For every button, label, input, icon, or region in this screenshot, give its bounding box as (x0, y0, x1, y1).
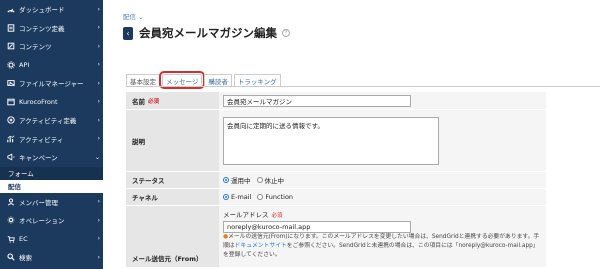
operation-icon (6, 216, 15, 225)
sidebar-item-label: EC (19, 234, 28, 243)
chevron-right-icon: › (97, 5, 100, 13)
sidebar-item-api[interactable]: API › (0, 56, 103, 75)
tab-tracking[interactable]: トラッキング (233, 74, 281, 86)
kurocofront-icon (6, 97, 15, 106)
dashboard-icon (6, 5, 15, 14)
back-button[interactable]: ‹ (123, 26, 133, 40)
campaign-submenu: フォーム 配信 (0, 166, 103, 193)
required-badge: 必須 (148, 98, 160, 105)
sidebar-subitem-form[interactable]: フォーム (0, 166, 103, 180)
tab-subscribers[interactable]: 購読者 (204, 74, 232, 86)
sidebar-item-activity[interactable]: アクティビティ › (0, 130, 103, 149)
help-icon[interactable]: ? (282, 29, 290, 37)
sidebar-item-label: キャンペーン (19, 154, 58, 163)
channel-function-radio[interactable]: Function (257, 193, 293, 201)
main-content: 配信 ⌄ ‹ 会員宛メールマガジン編集 ? 基本設定 メッセージ 購読者 トラッ… (103, 0, 600, 269)
sidebar-item-label: アクティビティ (19, 135, 64, 144)
chevron-right-icon: › (97, 216, 100, 224)
documentation-link[interactable]: ドキュメントサイト (235, 243, 287, 249)
content-definition-icon (6, 23, 15, 32)
chevron-right-icon: › (97, 98, 100, 106)
from-address-input[interactable]: noreply@kuroco-mail.app (223, 221, 411, 233)
sidebar-item-label: ファイルマネージャー (19, 80, 84, 89)
chevron-right-icon: › (97, 42, 100, 50)
file-manager-icon (6, 79, 15, 88)
sidebar-item-dashboard[interactable]: ダッシュボード › (0, 0, 103, 19)
sidebar-item-label: 検索 (19, 254, 32, 263)
chevron-down-icon: ⌄ (94, 153, 100, 161)
chevron-right-icon: › (97, 135, 100, 143)
page-title: 会員宛メールマガジン編集 (139, 26, 277, 40)
from-help-text: ●メールの送信元(From)になります。このメールアドレスを変更したい場合は、S… (223, 234, 540, 258)
from-row: メール送信元（From） メールアドレス 必須 noreply@kuroco-ma… (126, 206, 546, 268)
channel-email-radio[interactable]: E-mail (223, 193, 251, 201)
tab-message[interactable]: メッセージ (158, 71, 206, 89)
channel-label: チャネル (126, 189, 219, 205)
sidebar-item-label: コンテンツ定義 (19, 24, 65, 33)
api-icon (6, 60, 15, 69)
activity-definition-icon (6, 116, 15, 125)
sidebar-item-content[interactable]: コンテンツ › (0, 37, 103, 56)
sidebar-item-member[interactable]: メンバー管理 › (0, 193, 103, 212)
sidebar-item-label: コンテンツ (19, 43, 52, 52)
chevron-right-icon: › (97, 61, 100, 69)
name-label: 名前 必須 (126, 92, 219, 109)
activity-icon (6, 134, 15, 143)
chevron-down-icon: ⌄ (138, 13, 144, 21)
sidebar-subitem-delivery[interactable]: 配信 (0, 179, 103, 193)
sidebar-item-campaign[interactable]: キャンペーン ⌄ (0, 148, 103, 167)
tab-basic-settings[interactable]: 基本設定 (126, 74, 160, 86)
breadcrumb[interactable]: 配信 ⌄ (123, 11, 144, 21)
status-label: ステータス (126, 172, 219, 188)
chevron-left-icon: ‹ (126, 28, 130, 38)
chevron-right-icon: › (97, 253, 100, 261)
chevron-right-icon: › (97, 79, 100, 87)
tab-bar: 基本設定 メッセージ 購読者 トラッキング (126, 71, 283, 89)
content-icon (6, 42, 15, 51)
sidebar-item-label: KurocoFront (19, 97, 58, 106)
settings-form: 名前 必須 会員宛メールマガジン 説明 会員向に定期的に送る情報です。 ステータス… (126, 92, 546, 268)
chevron-right-icon: › (97, 198, 100, 206)
description-textarea[interactable]: 会員向に定期的に送る情報です。 (223, 116, 439, 165)
chevron-right-icon: › (97, 235, 100, 243)
chevron-right-icon: › (97, 24, 100, 32)
name-input[interactable]: 会員宛メールマガジン (223, 94, 411, 107)
sidebar: ダッシュボード › コンテンツ定義 › コンテンツ › API › ファイルマネージャー › Kur… (0, 0, 103, 269)
from-label: メール送信元（From） (126, 206, 219, 267)
description-row: 説明 会員向に定期的に送る情報です。 (126, 110, 546, 172)
campaign-icon (6, 153, 15, 162)
ec-icon (6, 234, 15, 243)
search-icon (6, 253, 15, 262)
name-row: 名前 必須 会員宛メールマガジン (126, 92, 546, 110)
member-icon (6, 197, 15, 206)
sidebar-item-search[interactable]: 検索 › (0, 248, 103, 267)
channel-row: チャネル E-mail Function (126, 189, 546, 206)
sidebar-item-file-manager[interactable]: ファイルマネージャー › (0, 74, 103, 93)
sidebar-item-label: アクティビティ定義 (19, 117, 77, 126)
sidebar-item-label: ダッシュボード (19, 6, 65, 15)
status-row: ステータス 運用中 休止中 (126, 172, 546, 189)
sidebar-item-operation[interactable]: オペレーション › (0, 211, 103, 230)
sidebar-item-ec[interactable]: EC › (0, 230, 103, 249)
sidebar-item-label: オペレーション (19, 217, 65, 226)
chevron-right-icon: › (97, 116, 100, 124)
sidebar-item-label: メンバー管理 (19, 198, 58, 207)
sidebar-item-kurocofront[interactable]: KurocoFront › (0, 93, 103, 112)
status-paused-radio[interactable]: 休止中 (256, 175, 284, 185)
status-active-radio[interactable]: 運用中 (223, 175, 251, 185)
from-address-label: メールアドレス 必須 (223, 211, 283, 219)
sidebar-item-label: API (19, 60, 30, 69)
sidebar-item-activity-definition[interactable]: アクティビティ定義 › (0, 111, 103, 130)
description-label: 説明 (126, 110, 219, 171)
tab-divider (126, 86, 600, 87)
sidebar-item-content-definition[interactable]: コンテンツ定義 › (0, 19, 103, 38)
